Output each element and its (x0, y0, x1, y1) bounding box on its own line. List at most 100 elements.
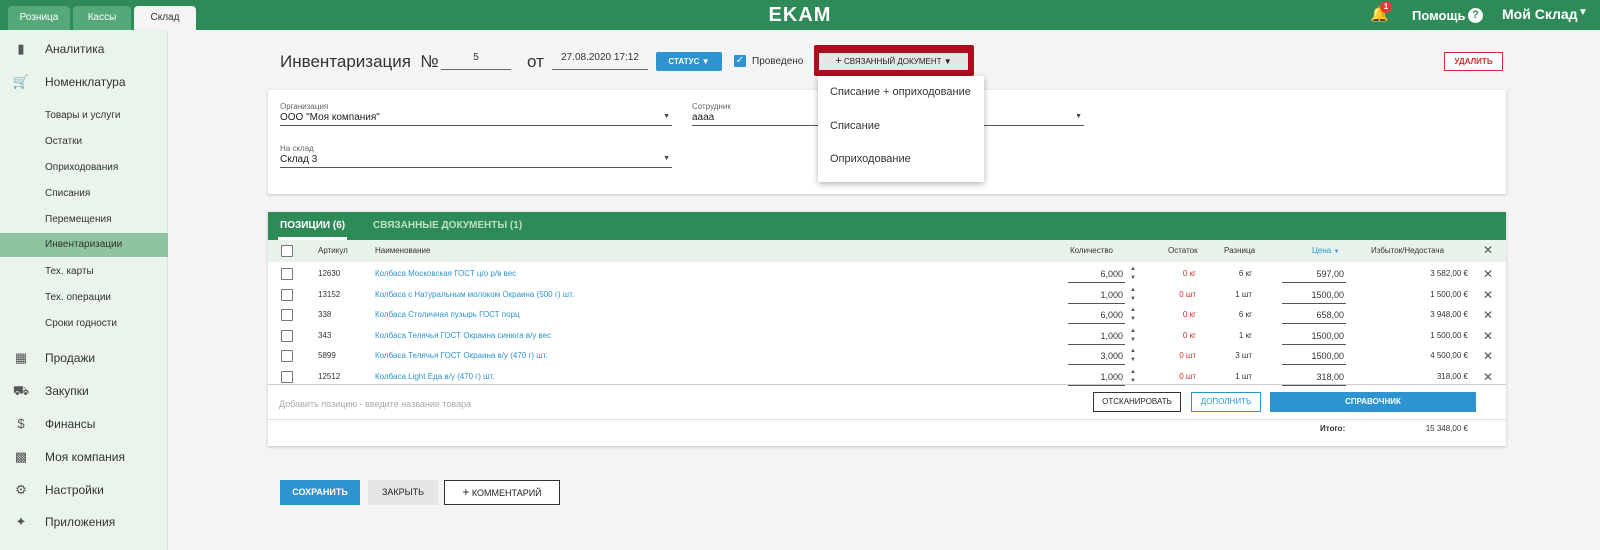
remove-row-icon[interactable]: ✕ (1482, 308, 1494, 322)
tab-registers[interactable]: Кассы (73, 6, 131, 30)
related-document-button[interactable]: + СВЯЗАННЫЙ ДОКУМЕНТ ▼ (819, 53, 968, 70)
row-product-link[interactable]: Колбаса Light Еда в/у (470 г) шт. (375, 372, 495, 381)
sort-down-icon: ▼ (1333, 249, 1340, 255)
sidebar-sub-receipts[interactable]: Оприходования (0, 157, 168, 179)
sidebar-sub-techops[interactable]: Тех. операции (0, 287, 168, 309)
account-menu[interactable]: Мой Склад (1502, 6, 1578, 22)
qty-stepper-icon[interactable]: ▲ ▼ (1129, 286, 1137, 304)
tab-positions[interactable]: ПОЗИЦИИ (6) (278, 212, 348, 240)
row-qty-input[interactable]: 1,000 (1068, 328, 1125, 345)
tab-warehouse[interactable]: Склад (134, 6, 196, 30)
remove-row-icon[interactable]: ✕ (1482, 288, 1494, 302)
row-product-link[interactable]: Колбаса Телячья ГОСТ Окраина в/у (470 г)… (375, 351, 548, 360)
remove-row-icon[interactable]: ✕ (1482, 349, 1494, 363)
sidebar-item-settings[interactable]: ⚙ Настройки (0, 477, 168, 503)
chevron-down-icon[interactable]: ▼ (1578, 7, 1588, 18)
sidebar-sub-goods[interactable]: Товары и услуги (0, 105, 168, 127)
row-price-input[interactable]: 597,00 (1282, 266, 1346, 283)
row-product-link[interactable]: Колбаса Столичная пузырь ГОСТ порц (375, 310, 520, 319)
warehouse-select[interactable]: Склад 3 ▼ (280, 154, 672, 168)
help-link[interactable]: Помощь (1412, 8, 1465, 23)
remove-row-icon[interactable]: ✕ (1482, 329, 1494, 343)
row-stock: 0 шт (1179, 372, 1196, 381)
scan-button[interactable]: ОТСКАНИРОВАТЬ (1093, 392, 1181, 412)
caret-down-icon: ▼ (1075, 113, 1082, 120)
row-qty-input[interactable]: 1,000 (1068, 287, 1125, 304)
sidebar-sub-label: Тех. карты (45, 266, 94, 277)
tab-related-documents[interactable]: СВЯЗАННЫЕ ДОКУМЕНТЫ (1) (373, 212, 522, 240)
row-qty-input[interactable]: 6,000 (1068, 266, 1125, 283)
sidebar-item-label: Финансы (45, 417, 96, 431)
row-price-input[interactable]: 1500,00 (1282, 328, 1346, 345)
remove-row-icon[interactable]: ✕ (1482, 267, 1494, 281)
help-icon[interactable]: ? (1468, 8, 1483, 23)
add-position-input[interactable]: Добавить позицию - введите название това… (279, 399, 471, 409)
sidebar-sub-expiry[interactable]: Сроки годности (0, 313, 168, 335)
sidebar-sub-techcards[interactable]: Тех. карты (0, 261, 168, 283)
table-row: 338 Колбаса Столичная пузырь ГОСТ порц 6,0… (268, 305, 1506, 326)
sidebar-item-analytics[interactable]: ▮ Аналитика (0, 36, 168, 62)
col-stock: Остаток (1168, 246, 1198, 255)
row-product-link[interactable]: Колбаса с Натуральным молоком Окраина (5… (375, 290, 574, 299)
row-price-input[interactable]: 1500,00 (1282, 287, 1346, 304)
dollar-icon: $ (17, 416, 25, 431)
close-button[interactable]: ЗАКРЫТЬ (368, 480, 438, 505)
row-qty-input[interactable]: 3,000 (1068, 348, 1125, 366)
tab-retail[interactable]: Розница (8, 6, 70, 30)
row-product-link[interactable]: Колбаса Телячья ГОСТ Окраина синюга в/у … (375, 331, 551, 340)
comment-button[interactable]: + КОММЕНТАРИЙ (444, 480, 560, 505)
sidebar-item-company[interactable]: ▩ Моя компания (0, 444, 168, 470)
qty-stepper-icon[interactable]: ▲ ▼ (1129, 347, 1137, 365)
col-name: Наименование (375, 246, 431, 255)
sidebar-item-finance[interactable]: $ Финансы (0, 411, 168, 437)
row-qty-input[interactable]: 6,000 (1068, 307, 1125, 325)
row-checkbox[interactable] (281, 371, 293, 383)
total-value: 15 348,00 € (1425, 424, 1468, 433)
menu-item-receipt[interactable]: Оприходование (830, 153, 911, 165)
sidebar-item-label: Номенклатура (45, 75, 126, 89)
row-article: 338 (318, 310, 332, 320)
menu-item-writeoff[interactable]: Списание (830, 120, 880, 132)
ekam-logo: EKAM (768, 4, 832, 26)
sidebar-sub-inventory[interactable]: Инвентаризации (0, 233, 168, 257)
col-price-sort[interactable]: Цена ▼ (1312, 246, 1339, 255)
row-price-input[interactable]: 658,00 (1282, 307, 1346, 325)
save-button[interactable]: СОХРАНИТЬ (280, 480, 360, 505)
document-date-input[interactable]: 27.08.2020 17:12 (552, 52, 648, 70)
row-article: 343 (318, 330, 332, 340)
row-checkbox[interactable] (281, 329, 293, 342)
clear-all-icon[interactable]: ✕ (1482, 243, 1494, 257)
row-product-link[interactable]: Колбаса Московская ГОСТ ц/о р/в вес (375, 269, 516, 278)
row-diff: 6 кг (1238, 269, 1252, 278)
table-row: 343 Колбаса Телячья ГОСТ Окраина синюга в… (268, 326, 1506, 347)
catalog-button[interactable]: СПРАВОЧНИК (1270, 392, 1476, 412)
row-checkbox[interactable] (281, 350, 293, 363)
delete-button[interactable]: УДАЛИТЬ (1444, 52, 1503, 71)
sidebar-sub-writeoffs[interactable]: Списания (0, 183, 168, 205)
remove-row-icon[interactable]: ✕ (1482, 370, 1494, 384)
sidebar-sub-stock[interactable]: Остатки (0, 131, 168, 153)
sidebar-item-sales[interactable]: ▦ Продажи (0, 345, 168, 371)
fill-button[interactable]: ДОПОЛНИТЬ (1191, 392, 1261, 412)
proved-checkbox[interactable]: ✓ (734, 55, 746, 67)
document-number-input[interactable]: 5 (441, 52, 511, 70)
sidebar-sub-transfers[interactable]: Перемещения (0, 209, 168, 231)
qty-stepper-icon[interactable]: ▲ ▼ (1129, 327, 1137, 345)
qty-stepper-icon[interactable]: ▲ ▼ (1129, 306, 1137, 324)
menu-item-writeoff-receipt[interactable]: Списание + оприходование (830, 86, 971, 98)
row-price-input[interactable]: 1500,00 (1282, 348, 1346, 366)
status-button[interactable]: СТАТУС ▼ (656, 52, 722, 71)
sidebar-item-apps[interactable]: ✦ Приложения (0, 509, 168, 535)
sidebar-item-label: Закупки (45, 384, 89, 398)
row-surplus: 4 500,00 € (1430, 351, 1468, 361)
row-stock: 0 шт (1179, 351, 1196, 361)
org-select[interactable]: ООО "Моя компания" ▼ (280, 112, 672, 126)
row-checkbox[interactable] (281, 309, 293, 322)
qty-stepper-icon[interactable]: ▲ ▼ (1129, 265, 1137, 283)
row-checkbox[interactable] (281, 288, 293, 301)
sidebar-item-purchases[interactable]: ⛟ Закупки (0, 378, 168, 404)
status-button-label: СТАТУС (668, 57, 700, 66)
select-all-checkbox[interactable] (281, 245, 293, 257)
row-checkbox[interactable] (281, 268, 293, 280)
sidebar-item-nomenclature[interactable]: 🛒 Номенклатура (0, 69, 168, 95)
